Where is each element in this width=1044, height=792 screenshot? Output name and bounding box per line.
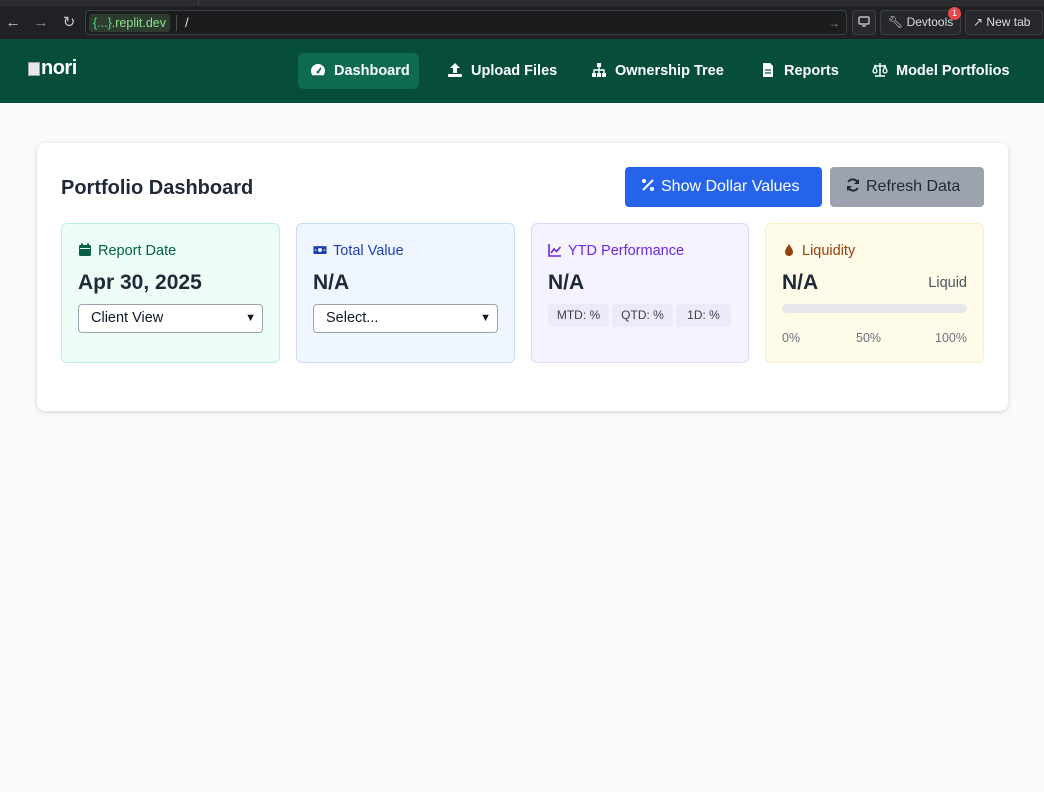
refresh-data-label: Refresh Data xyxy=(866,178,961,195)
liquidity-label: Liquidity xyxy=(802,243,856,259)
total-value-value: N/A xyxy=(313,271,350,294)
tab-strip-divider xyxy=(198,0,1044,6)
address-bar[interactable]: {...}.replit.dev / → xyxy=(85,10,847,35)
url-host: {...}.replit.dev xyxy=(89,14,170,32)
nav-reports-label: Reports xyxy=(784,63,839,79)
url-host-braces: {...} xyxy=(93,16,112,30)
ytd-performance-label: YTD Performance xyxy=(568,243,685,259)
ytd-performance-value: N/A xyxy=(548,271,585,294)
account-select[interactable]: Select... ▼ xyxy=(313,304,498,333)
devtools-label: Devtools xyxy=(906,15,954,29)
upload-icon xyxy=(448,63,462,77)
liquidity-progress-bar xyxy=(782,304,967,313)
view-select[interactable]: Client View ▼ xyxy=(78,304,263,333)
url-separator xyxy=(176,15,177,31)
logo[interactable]: nori xyxy=(28,56,77,80)
new-tab-label: New tab xyxy=(986,15,1031,29)
url-host-domain: .replit.dev xyxy=(111,16,166,30)
view-select-value: Client View xyxy=(91,310,164,326)
refresh-icon xyxy=(847,178,859,192)
file-icon xyxy=(763,63,773,77)
report-date-header: Report Date xyxy=(78,242,176,260)
gauge-icon xyxy=(311,64,325,76)
navigate-arrow-icon[interactable]: → xyxy=(828,14,840,32)
liquidity-tag: Liquid xyxy=(928,275,967,291)
chevron-down-icon: ▼ xyxy=(480,312,491,324)
account-select-value: Select... xyxy=(326,310,379,326)
wrench-icon: 🔧︎ xyxy=(888,15,904,29)
ytd-performance-card: YTD Performance N/A MTD: % QTD: % 1D: % xyxy=(531,223,749,363)
total-value-label: Total Value xyxy=(333,243,404,259)
total-value-header: Total Value xyxy=(313,242,404,260)
calendar-icon xyxy=(79,243,91,256)
liquidity-scale-max: 100% xyxy=(935,331,967,345)
qtd-chip: QTD: % xyxy=(612,304,673,327)
money-bill-icon xyxy=(313,246,327,254)
droplet-icon xyxy=(785,244,793,256)
balance-scale-icon xyxy=(872,63,888,77)
nav-dashboard-label: Dashboard xyxy=(334,63,410,79)
nav-dashboard[interactable]: Dashboard xyxy=(298,53,419,89)
app-header: nori Dashboard Upload Files Ownership Tr… xyxy=(0,39,1044,103)
nav-upload-files-label: Upload Files xyxy=(471,63,558,79)
report-date-card: Report Date Apr 30, 2025 Client View ▼ xyxy=(61,223,280,363)
browser-toolbar: ← → ↻ {...}.replit.dev / → 🔧︎ Devtools 1… xyxy=(0,0,1044,39)
liquidity-card: Liquidity N/A Liquid 0% 50% 100% xyxy=(765,223,984,363)
liquidity-scale-min: 0% xyxy=(782,331,801,345)
liquidity-scale-mid: 50% xyxy=(856,331,882,345)
reload-icon[interactable]: ↻ xyxy=(59,13,79,33)
external-link-icon: ↗ xyxy=(973,15,984,29)
report-date-value: Apr 30, 2025 xyxy=(78,271,202,294)
liquidity-header: Liquidity xyxy=(782,242,855,260)
nav-ownership-tree-label: Ownership Tree xyxy=(615,63,724,79)
one-day-chip: 1D: % xyxy=(676,304,731,327)
nav-upload-files[interactable]: Upload Files xyxy=(435,53,569,89)
sitemap-icon xyxy=(592,63,606,77)
page-title: Portfolio Dashboard xyxy=(61,177,254,199)
broken-image-icon xyxy=(28,62,40,76)
line-chart-icon xyxy=(548,244,562,257)
mtd-chip: MTD: % xyxy=(548,304,609,327)
chevron-down-icon: ▼ xyxy=(245,312,256,324)
nav-model-portfolios[interactable]: Model Portfolios xyxy=(860,53,1022,89)
refresh-data-button[interactable]: Refresh Data xyxy=(830,167,984,207)
show-dollar-values-label: Show Dollar Values xyxy=(661,178,800,195)
url-path: / xyxy=(185,15,189,30)
logo-text: nori xyxy=(41,57,77,79)
notification-badge: 1 xyxy=(948,7,961,20)
back-arrow-icon[interactable]: ← xyxy=(3,13,23,33)
percent-icon xyxy=(642,179,654,191)
new-tab-button[interactable]: ↗ New tab xyxy=(965,10,1043,35)
show-dollar-values-button[interactable]: Show Dollar Values xyxy=(625,167,822,207)
forward-arrow-icon[interactable]: → xyxy=(31,13,51,33)
liquidity-value: N/A xyxy=(782,271,819,294)
nav-ownership-tree[interactable]: Ownership Tree xyxy=(579,53,736,89)
devtools-button[interactable]: 🔧︎ Devtools 1 xyxy=(880,7,961,35)
nav-model-portfolios-label: Model Portfolios xyxy=(896,63,1010,79)
nav-reports[interactable]: Reports xyxy=(748,53,851,89)
total-value-card: Total Value N/A Select... ▼ xyxy=(296,223,515,363)
display-icon[interactable] xyxy=(852,10,876,35)
ytd-performance-header: YTD Performance xyxy=(548,242,684,260)
dashboard-card: Portfolio Dashboard Show Dollar Values R… xyxy=(37,143,1008,411)
report-date-label: Report Date xyxy=(98,243,177,259)
